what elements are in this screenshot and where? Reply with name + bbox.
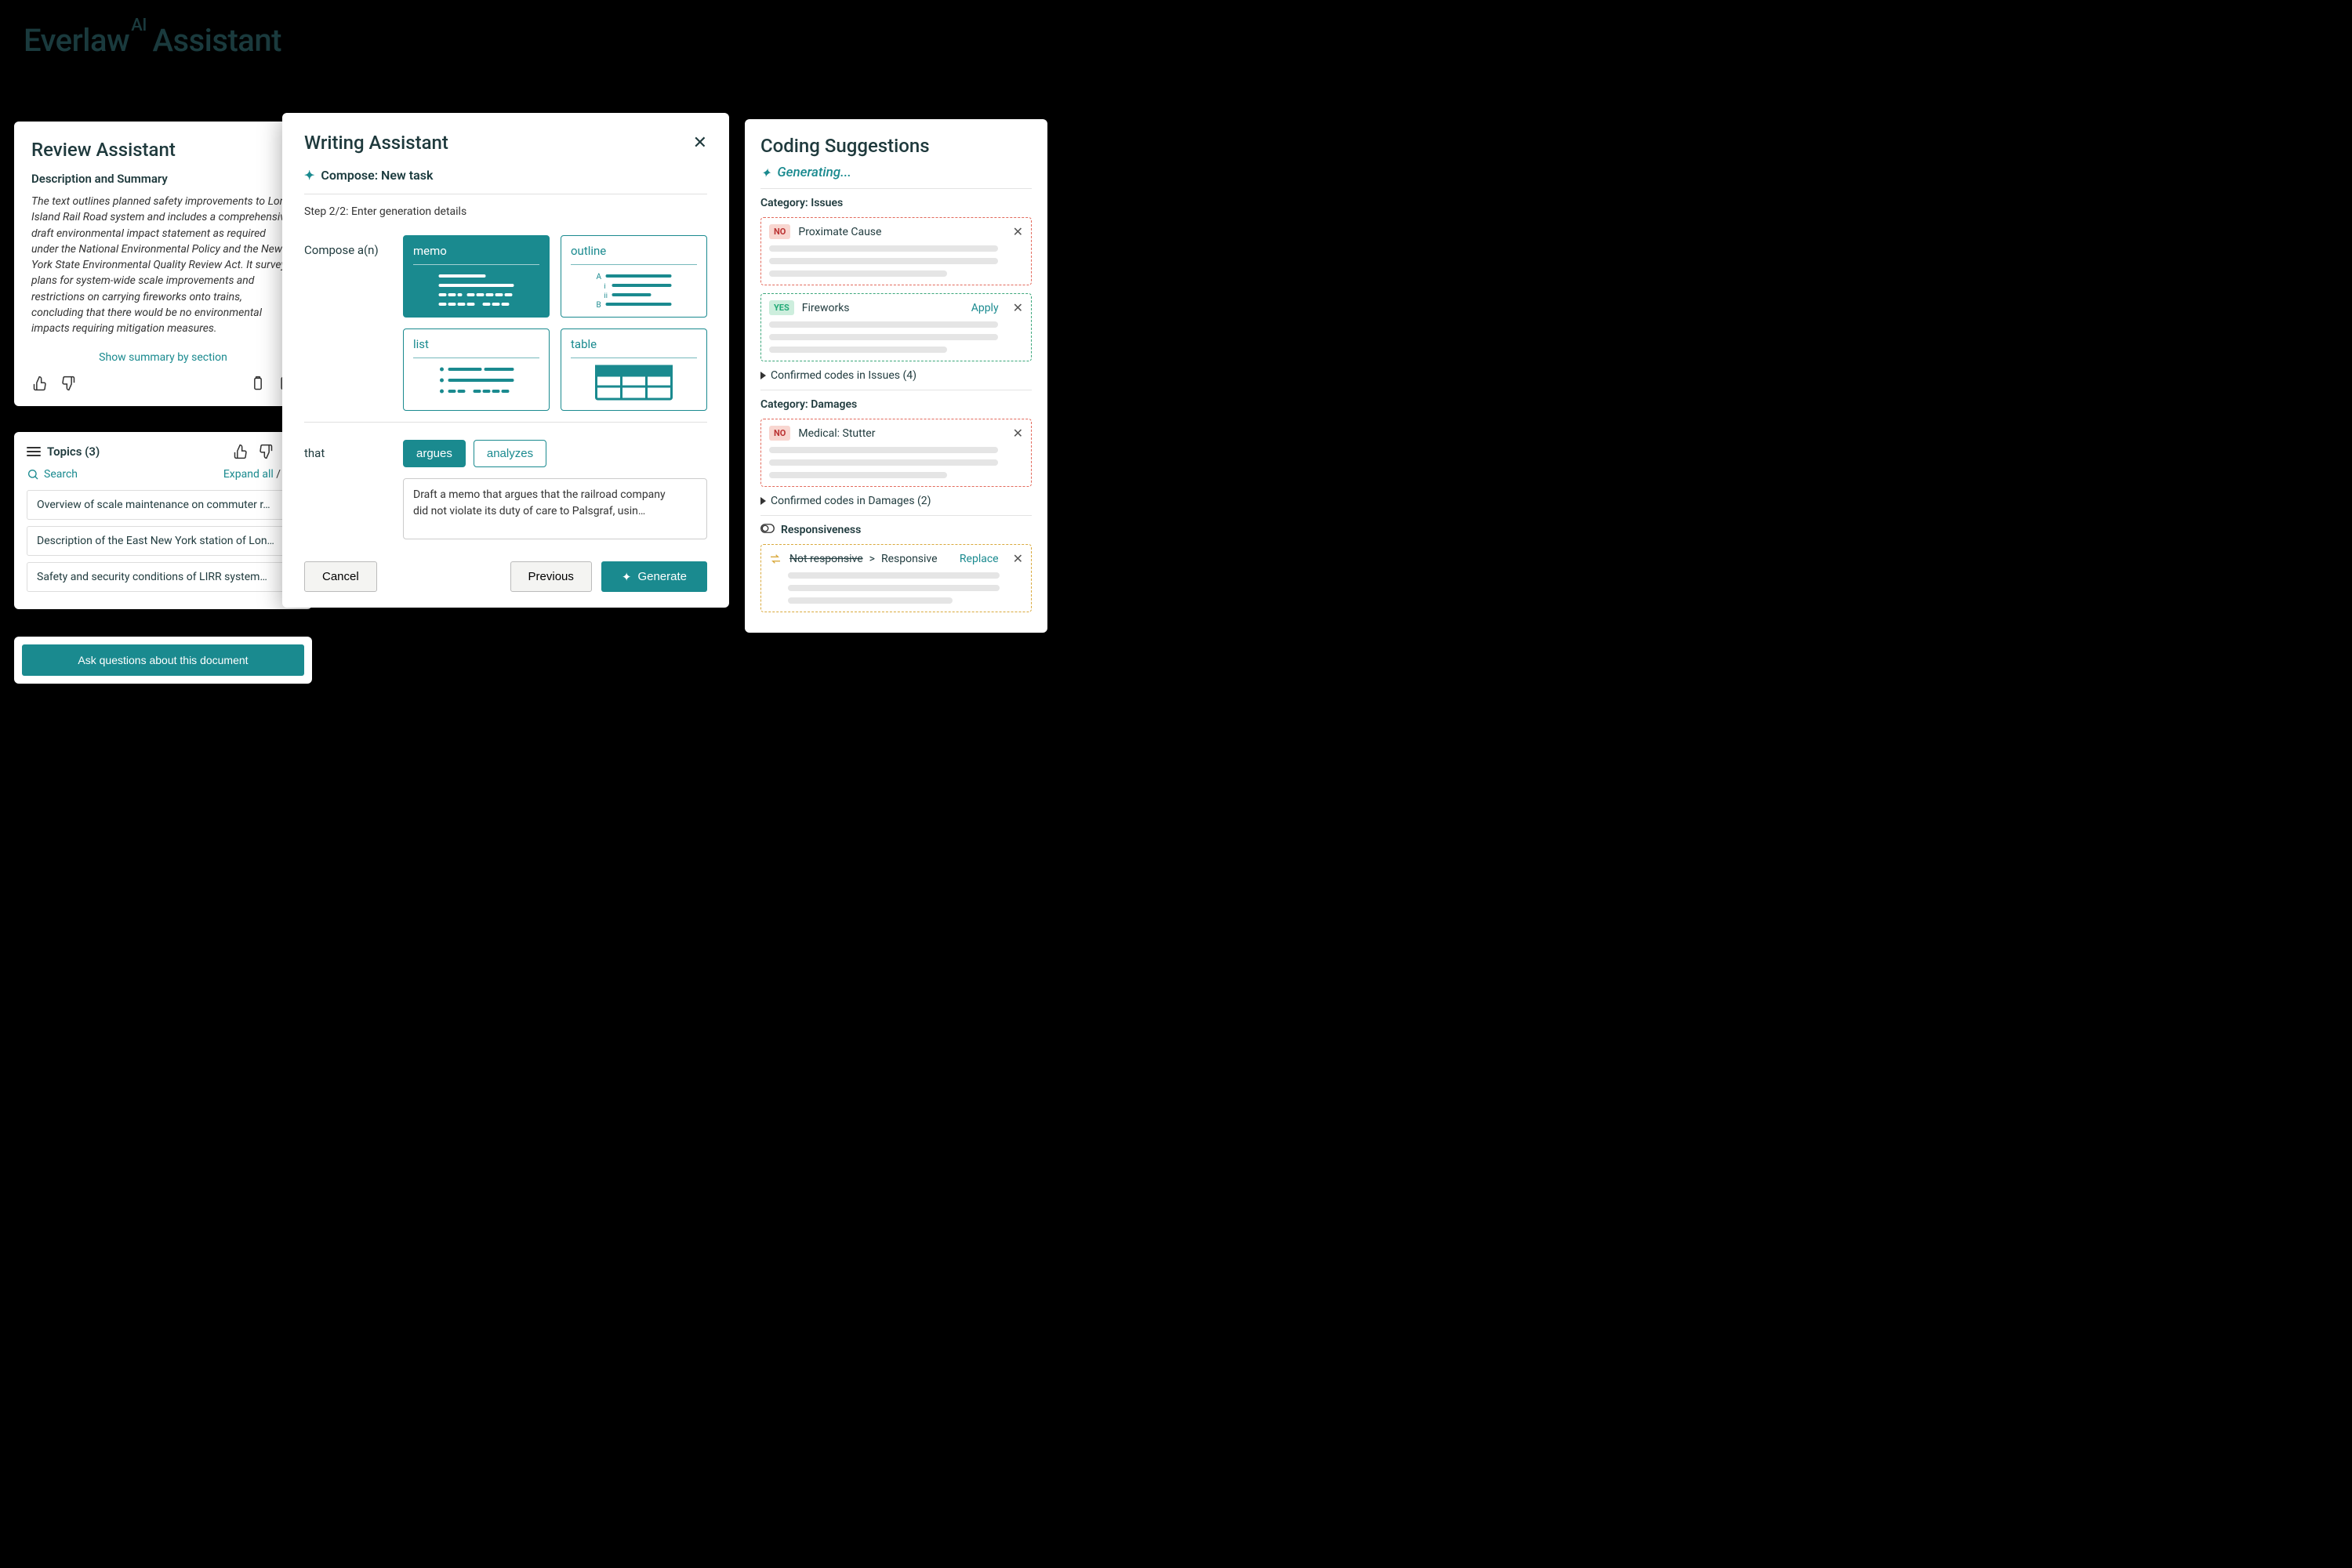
svg-text:i: i (604, 283, 606, 291)
divider (304, 422, 707, 423)
category-issues-label: Category: Issues (760, 197, 1032, 209)
expand-all-link[interactable]: Expand all (223, 468, 274, 481)
close-icon[interactable]: ✕ (693, 133, 707, 153)
compose-option-memo[interactable]: memo (403, 235, 550, 318)
sparkle-icon: ✦ (760, 165, 771, 180)
cancel-button[interactable]: Cancel (304, 561, 377, 592)
thumbs-up-icon[interactable] (31, 375, 49, 392)
topic-item[interactable]: Safety and security conditions of LIRR s… (27, 562, 299, 592)
skeleton-line (769, 459, 998, 466)
dismiss-icon[interactable]: ✕ (1013, 426, 1023, 441)
review-subhead: Description and Summary (31, 172, 295, 186)
outline-icon: AiiiB (571, 271, 697, 310)
topic-item[interactable]: Description of the East New York station… (27, 526, 299, 556)
divider (760, 188, 1032, 189)
sparkle-icon: ✦ (304, 168, 314, 183)
category-damages-label: Category: Damages (760, 398, 1032, 411)
review-summary: The text outlines planned safety improve… (31, 194, 295, 337)
dismiss-icon[interactable]: ✕ (1013, 551, 1023, 566)
apply-link[interactable]: Apply (971, 302, 999, 314)
compose-a-label: Compose a(n) (304, 235, 383, 411)
review-assistant-panel: Review Assistant Description and Summary… (14, 122, 312, 406)
skeleton-line (769, 245, 998, 252)
skeleton-line (769, 472, 947, 478)
skeleton-line (788, 597, 953, 604)
show-summary-link[interactable]: Show summary by section (31, 351, 295, 364)
dismiss-icon[interactable]: ✕ (1013, 224, 1023, 239)
ask-bar: Ask questions about this document (14, 637, 312, 684)
memo-icon (413, 271, 539, 310)
badge-no: NO (769, 224, 790, 239)
step-label: Step 2/2: Enter generation details (304, 205, 707, 218)
generate-button[interactable]: ✦ Generate (601, 561, 707, 592)
writing-assistant-panel: Writing Assistant ✕ ✦ Compose: New task … (282, 113, 729, 608)
responsiveness-label: Responsiveness (781, 524, 861, 536)
table-icon (571, 365, 697, 404)
search-link[interactable]: Search (27, 468, 78, 481)
caret-right-icon (760, 497, 766, 505)
thumbs-up-icon[interactable] (232, 443, 249, 460)
previous-button[interactable]: Previous (510, 561, 592, 592)
compose-option-list[interactable]: list (403, 328, 550, 411)
skeleton-line (769, 258, 998, 264)
verb-argues[interactable]: argues (403, 440, 466, 467)
confirmed-issues-toggle[interactable]: Confirmed codes in Issues (4) (760, 369, 1032, 382)
app-title: EverlawAI Assistant (24, 22, 281, 59)
coding-title: Coding Suggestions (760, 135, 1032, 157)
clipboard-icon[interactable] (249, 375, 267, 392)
svg-text:B: B (597, 301, 601, 307)
confirmed-damages-toggle[interactable]: Confirmed codes in Damages (2) (760, 495, 1032, 507)
suggestion-responsiveness: Not responsive > Responsive Replace ✕ (760, 544, 1032, 612)
dismiss-icon[interactable]: ✕ (1013, 300, 1023, 315)
suggestion-fireworks: YES Fireworks Apply ✕ (760, 293, 1032, 361)
ask-questions-button[interactable]: Ask questions about this document (22, 644, 304, 676)
skeleton-line (769, 321, 998, 328)
replace-link[interactable]: Replace (960, 553, 999, 565)
search-icon (27, 468, 39, 481)
svg-text:A: A (597, 273, 602, 281)
thumbs-down-icon[interactable] (257, 443, 274, 460)
thumbs-down-icon[interactable] (60, 375, 77, 392)
suggestion-proximate-cause: NO Proximate Cause ✕ (760, 217, 1032, 285)
list-icon (27, 445, 41, 459)
topics-panel: Topics (3) Search Expand all / Col Overv… (14, 432, 312, 609)
review-title: Review Assistant (31, 139, 295, 161)
prompt-textarea[interactable]: Draft a memo that argues that the railro… (403, 478, 707, 539)
skeleton-line (769, 270, 947, 277)
topics-title: Topics (3) (47, 445, 100, 459)
list-icon (413, 365, 539, 404)
svg-text:ii: ii (604, 292, 608, 300)
compose-option-outline[interactable]: outline AiiiB (561, 235, 707, 318)
coding-suggestions-panel: Coding Suggestions ✦ Generating... Categ… (745, 119, 1047, 633)
topic-item[interactable]: Overview of scale maintenance on commute… (27, 490, 299, 520)
that-label: that (304, 440, 383, 467)
caret-right-icon (760, 372, 766, 379)
compose-label: Compose: New task (321, 168, 433, 183)
writing-title: Writing Assistant (304, 132, 448, 154)
verb-analyzes[interactable]: analyzes (474, 440, 546, 467)
divider (760, 515, 1032, 516)
skeleton-line (788, 572, 1000, 579)
coding-status: Generating... (777, 165, 851, 180)
sparkle-icon: ✦ (622, 570, 632, 584)
skeleton-line (769, 347, 947, 353)
skeleton-line (769, 447, 998, 453)
toggle-icon (760, 524, 775, 536)
compose-option-table[interactable]: table (561, 328, 707, 411)
badge-yes: YES (769, 300, 794, 315)
badge-no: NO (769, 426, 790, 441)
skeleton-line (788, 585, 1000, 591)
suggestion-medical-stutter: NO Medical: Stutter ✕ (760, 419, 1032, 487)
swap-icon (769, 553, 782, 565)
skeleton-line (769, 334, 998, 340)
